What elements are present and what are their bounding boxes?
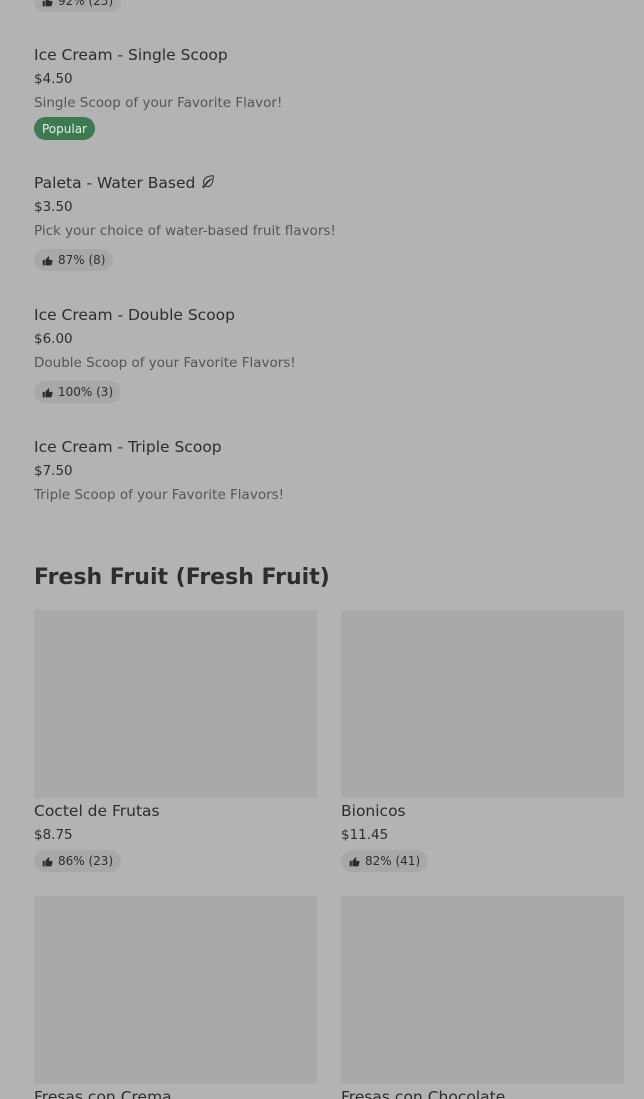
item-name: Paleta - Water Based bbox=[34, 174, 196, 192]
item-name: Ice Cream - Triple Scoop bbox=[34, 438, 222, 456]
item-description: Double Scoop of your Favorite Flavors! bbox=[34, 355, 296, 371]
product-card[interactable]: Fresas con Crema bbox=[34, 896, 317, 1099]
item-name-row: Paleta - Water Based bbox=[34, 171, 624, 195]
menu-page: 92% (25) Ice Cream - Single Scoop $4.50 … bbox=[0, 0, 644, 1099]
menu-item[interactable]: Ice Cream - Triple Scoop $7.50 Triple Sc… bbox=[34, 435, 624, 507]
card-name: Coctel de Frutas bbox=[34, 802, 160, 820]
menu-item[interactable]: Paleta - Water Based $3.50 Pick your cho… bbox=[34, 171, 624, 271]
item-description: Pick your choice of water-based fruit fl… bbox=[34, 223, 336, 239]
card-price: $8.75 bbox=[34, 827, 73, 843]
product-image-placeholder bbox=[341, 610, 624, 798]
card-name: Bionicos bbox=[341, 802, 406, 820]
thumbs-up-icon bbox=[349, 856, 360, 866]
item-name: Ice Cream - Single Scoop bbox=[34, 46, 228, 64]
rating-pill: 100% (3) bbox=[34, 381, 122, 403]
item-name: Ice Cream - Double Scoop bbox=[34, 306, 236, 324]
rating-pill: 92% (25) bbox=[34, 0, 122, 12]
item-price: $4.50 bbox=[34, 71, 73, 87]
product-card[interactable]: Coctel de Frutas $8.75 86% (23) bbox=[34, 610, 317, 872]
leaf-icon bbox=[201, 171, 215, 195]
rating-pill: 87% (8) bbox=[34, 249, 114, 271]
card-name: Fresas con Crema bbox=[34, 1088, 172, 1099]
product-image-placeholder bbox=[34, 896, 317, 1084]
item-description: Triple Scoop of your Favorite Flavors! bbox=[34, 487, 285, 503]
menu-item[interactable]: Ice Cream - Double Scoop $6.00 Double Sc… bbox=[34, 303, 624, 403]
item-description: Single Scoop of your Favorite Flavor! bbox=[34, 95, 283, 111]
thumbs-up-icon bbox=[42, 856, 53, 866]
product-card[interactable]: Fresas con Chocolate bbox=[341, 896, 624, 1099]
rating-pill: 86% (23) bbox=[34, 850, 122, 872]
product-image-placeholder bbox=[341, 896, 624, 1084]
rating-pill: 82% (41) bbox=[341, 850, 429, 872]
product-image-placeholder bbox=[34, 610, 317, 798]
thumbs-up-icon bbox=[42, 255, 53, 265]
item-price: $3.50 bbox=[34, 199, 73, 215]
section-title: Fresh Fruit (Fresh Fruit) bbox=[34, 565, 330, 590]
top-item-rating: 92% (25) bbox=[34, 0, 122, 12]
thumbs-up-icon bbox=[42, 387, 53, 397]
card-name: Fresas con Chocolate bbox=[341, 1088, 506, 1099]
popular-badge: Popular bbox=[34, 117, 95, 140]
card-price: $11.45 bbox=[341, 827, 389, 843]
item-price: $7.50 bbox=[34, 463, 73, 479]
thumbs-up-icon bbox=[42, 0, 53, 6]
product-card[interactable]: Bionicos $11.45 82% (41) bbox=[341, 610, 624, 872]
menu-item[interactable]: Ice Cream - Single Scoop $4.50 Single Sc… bbox=[34, 43, 624, 140]
item-price: $6.00 bbox=[34, 331, 73, 347]
